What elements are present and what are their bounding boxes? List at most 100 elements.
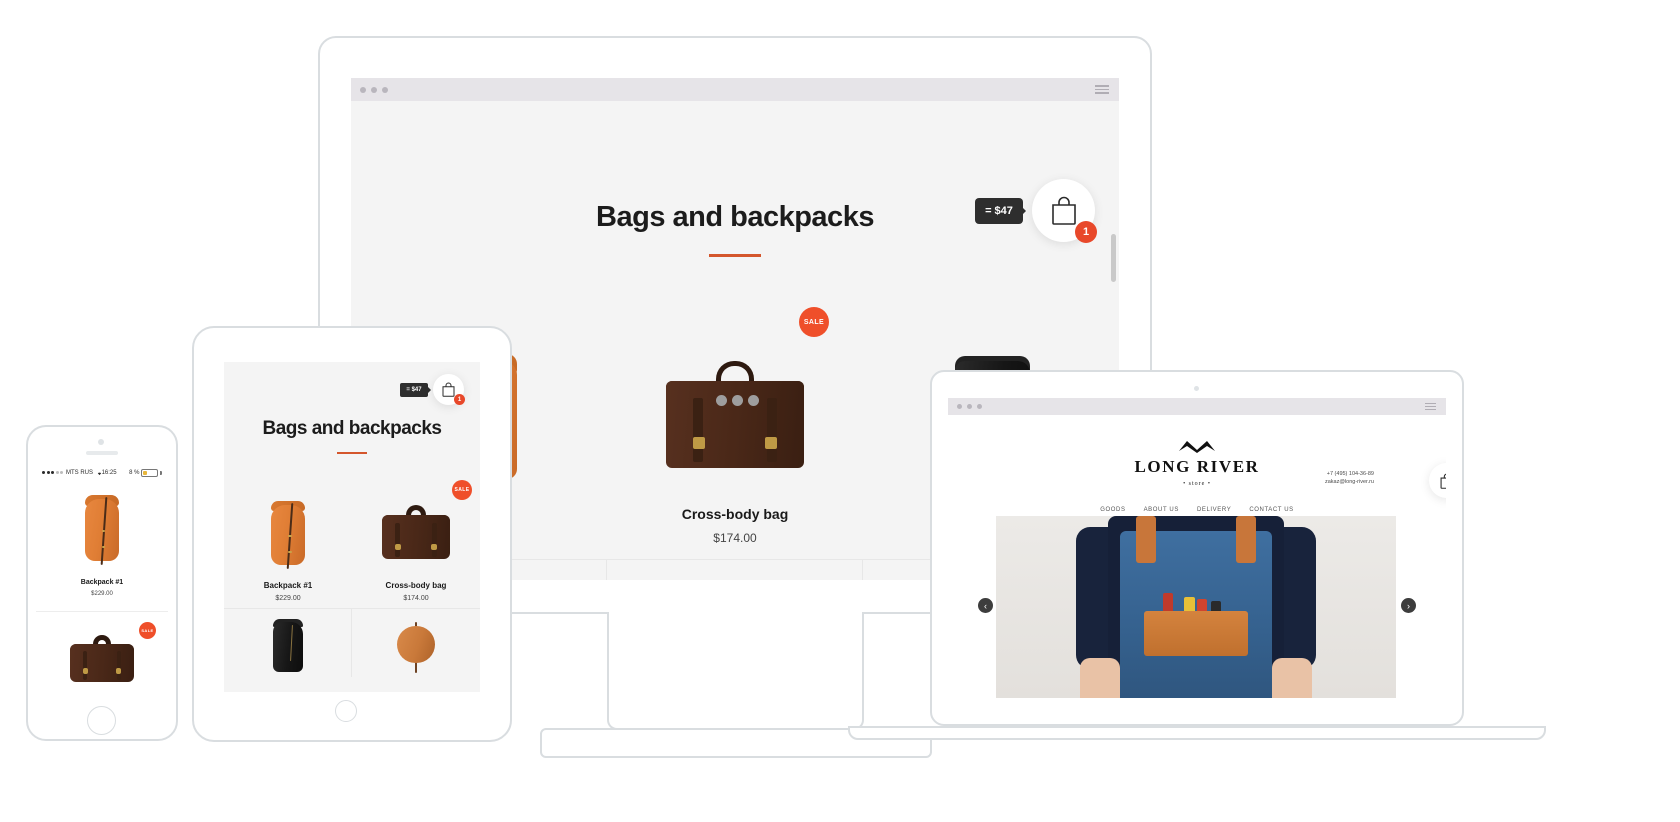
window-maximize-dot[interactable] [977,404,982,409]
desktop-scrollbar-thumb[interactable] [1111,234,1116,282]
tablet-device: = $47 1 Bags and backpacks Backpack #1 $… [192,326,512,742]
header-contact-info: +7 (495) 104-36-89 zakaz@long-river.ru [1325,471,1374,487]
shopping-bag-icon [1440,473,1446,489]
browser-menu-icon[interactable] [1425,402,1436,411]
product-cell[interactable] [607,560,863,580]
tablet-cart-widget[interactable]: = $47 1 [400,374,465,405]
window-control-dots[interactable] [957,404,982,409]
product-price: $229.00 [91,591,113,597]
product-cell[interactable]: Backpack #1 $229.00 [224,478,352,608]
contact-email[interactable]: zakaz@long-river.ru [1325,479,1374,487]
phone-page-viewport: MTS RUS 16:25 8 % Backpack #1 $229.00 SA… [36,466,168,698]
window-minimize-dot[interactable] [371,86,377,93]
sale-badge-label: SALE [141,628,154,633]
sale-badge-label: SALE [454,487,470,493]
figure-hand-left [1080,657,1120,698]
carousel-prev-button[interactable]: ‹ [978,598,993,613]
tablet-cart-total-label: = $47 [406,386,422,393]
product-price: $174.00 [713,531,757,545]
sale-badge: SALE [452,480,472,500]
product-cell[interactable] [352,609,480,677]
product-name: Cross-body bag [681,506,789,522]
phone-product-list: Backpack #1 $229.00 SALE [36,479,168,698]
product-price: $174.00 [403,595,429,602]
tablet-product-grid-row2 [224,608,480,677]
nav-item-delivery[interactable]: DELIVERY [1197,507,1231,513]
tablet-page-title: Bags and backpacks [262,418,442,439]
chevron-left-icon: ‹ [984,600,987,611]
main-navigation: GOODS ABOUT US DELIVERY CONTACT US [948,507,1446,513]
product-price: $229.00 [275,595,301,602]
desktop-cart-widget[interactable]: = $47 1 [975,179,1097,243]
tablet-cart-total: = $47 [400,382,428,397]
carrier-label: MTS RUS [66,469,93,476]
phone-device: MTS RUS 16:25 8 % Backpack #1 $229.00 SA… [26,425,178,741]
product-image-cross-body-bag [655,350,815,490]
sale-badge: SALE [139,622,156,639]
product-image-backpack-orange [76,493,128,567]
tablet-product-grid: Backpack #1 $229.00 SALE Cross-body bag [224,478,480,608]
product-image-backpack-black [262,617,314,677]
window-close-dot[interactable] [360,86,366,93]
window-minimize-dot[interactable] [967,404,972,409]
hero-carousel-image [996,516,1396,698]
laptop-base [848,726,1546,740]
nav-item-about-us[interactable]: ABOUT US [1144,507,1179,513]
tablet-cart-count: 1 [457,396,462,403]
tablet-home-button[interactable] [335,700,357,722]
tablet-cart-badge: 1 [454,394,465,405]
phone-camera-icon [98,439,104,445]
mockup-scene: = $47 1 Bags and backpacks SALE Cross-bo… [0,0,1680,822]
product-name: Backpack #1 [80,579,124,586]
sale-badge: SALE [799,307,829,337]
tablet-page-viewport: = $47 1 Bags and backpacks Backpack #1 $… [224,362,480,692]
laptop-camera-icon [1194,386,1199,391]
desktop-browser-chrome [351,78,1119,101]
sale-badge-label: SALE [803,318,825,326]
window-close-dot[interactable] [957,404,962,409]
status-left: MTS RUS [42,470,103,476]
product-image-backpack-orange [261,499,315,571]
monitor-neck [607,612,864,730]
desktop-cart-total-label: = $47 [985,204,1013,217]
apron-pocket [1144,610,1248,657]
product-name: Cross-body bag [385,581,447,590]
product-name: Backpack #1 [263,581,313,590]
product-cell[interactable]: SALE Cross-body bag $174.00 [352,478,480,608]
tablet-title-rule [337,452,367,454]
product-cell[interactable]: SALE [36,611,168,692]
mountain-logo-icon [1179,441,1215,453]
tablet-cart-button[interactable]: 1 [433,374,465,405]
laptop-page-viewport: LONG RIVER • store • +7 (495) 104-36-89 … [948,415,1446,698]
window-control-dots[interactable] [360,86,388,93]
laptop-browser-chrome [948,398,1446,415]
contact-phone[interactable]: +7 (495) 104-36-89 [1325,471,1374,479]
apron-strap-right [1236,516,1256,564]
desktop-cart-count: 1 [1082,226,1090,238]
signal-strength-icon [42,471,63,474]
product-cell[interactable] [224,609,352,677]
desktop-cart-button[interactable]: 1 [1032,179,1097,243]
product-image-cross-body-bag [65,630,139,692]
phone-home-button[interactable] [87,706,116,735]
desktop-cart-total: = $47 [975,197,1023,224]
desktop-cart-badge: 1 [1075,221,1097,243]
desktop-title-rule [709,254,761,257]
nav-item-contact-us[interactable]: CONTACT US [1249,507,1293,513]
nav-item-goods[interactable]: GOODS [1100,507,1125,513]
phone-speaker-icon [86,451,118,455]
product-cell[interactable]: Backpack #1 $229.00 [36,479,168,597]
browser-menu-icon[interactable] [1095,85,1109,94]
clock-label: 16:25 [101,469,117,476]
product-cell[interactable]: SALE Cross-body bag $174.00 [607,299,863,559]
laptop-device: LONG RIVER • store • +7 (495) 104-36-89 … [848,370,1546,740]
carousel-next-button[interactable]: › [1401,598,1416,613]
chevron-right-icon: › [1407,600,1410,611]
figure-hand-right [1272,657,1312,698]
product-image-round-bag [390,619,442,675]
product-image-cross-body-bag [376,499,456,571]
shopping-bag-icon [1051,196,1076,225]
battery-icon [141,468,159,477]
battery-indicator: 8 % [129,468,162,477]
window-maximize-dot[interactable] [382,86,388,93]
